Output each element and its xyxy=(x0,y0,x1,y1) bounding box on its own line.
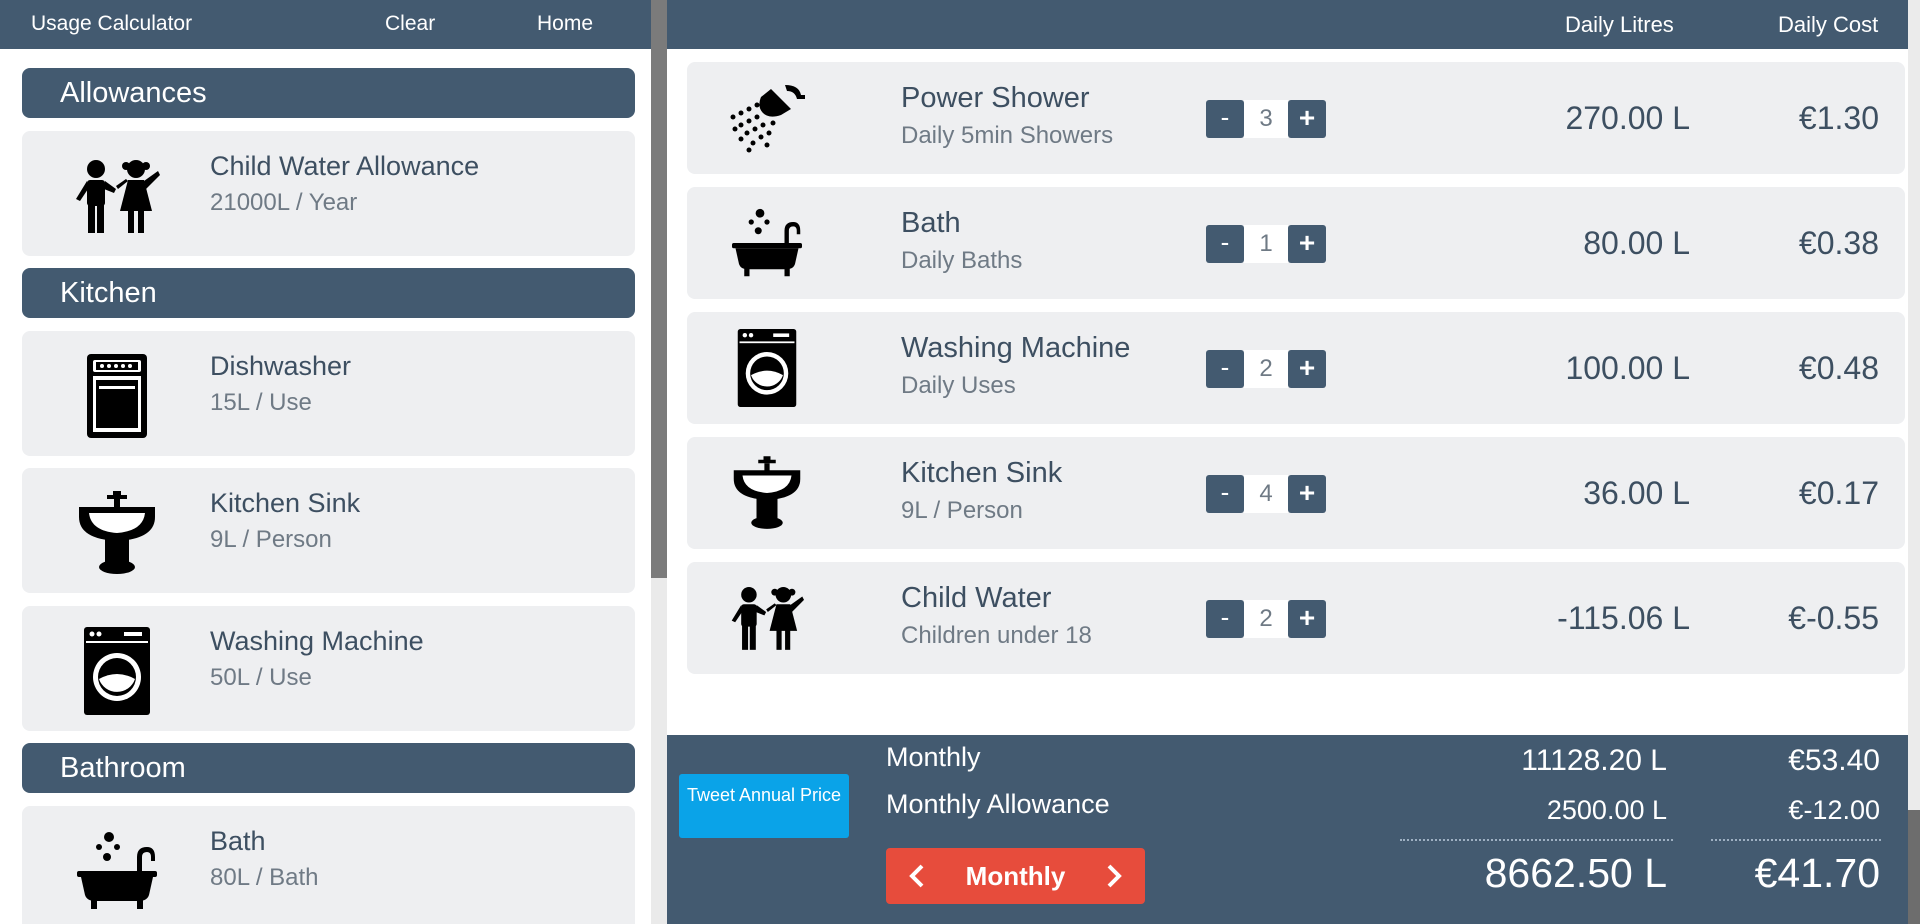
period-selector: Monthly xyxy=(886,848,1145,904)
cost-divider xyxy=(1711,839,1881,841)
monthly-litres-value: 11128.20 L xyxy=(1521,744,1667,777)
item-child-water-allowance[interactable]: Child Water Allowance 21000L / Year xyxy=(22,131,635,256)
tweet-annual-price-button[interactable]: Tweet Annual Price xyxy=(679,774,849,838)
nav-usage-calculator[interactable]: Usage Calculator xyxy=(31,12,192,36)
item-subtitle: 50L / Use xyxy=(210,664,312,691)
item-subtitle: 80L / Bath xyxy=(210,864,319,891)
quantity-value[interactable]: 2 xyxy=(1244,350,1288,388)
row-daily-litres: 80.00 L xyxy=(1583,225,1690,261)
row-daily-litres: 270.00 L xyxy=(1565,100,1690,136)
row-daily-cost: €0.38 xyxy=(1798,225,1879,261)
row-title: Bath xyxy=(901,207,961,239)
item-subtitle: 21000L / Year xyxy=(210,189,358,216)
increment-button[interactable]: + xyxy=(1288,600,1326,638)
total-cost-value: €41.70 xyxy=(1754,850,1880,896)
item-kitchen-sink[interactable]: Kitchen Sink 9L / Person xyxy=(22,468,635,593)
usage-row-bath: Bath Daily Baths - 1 + 80.00 L €0.38 xyxy=(687,187,1905,299)
sink-icon xyxy=(717,453,817,533)
row-daily-cost: €0.48 xyxy=(1798,350,1879,386)
quantity-stepper: - 3 + xyxy=(1206,100,1326,138)
bath-icon xyxy=(52,826,182,916)
row-title: Kitchen Sink xyxy=(901,457,1063,489)
row-subtitle: Children under 18 xyxy=(901,622,1092,649)
right-scrollbar-thumb[interactable] xyxy=(1908,810,1920,924)
quantity-value[interactable]: 1 xyxy=(1244,225,1288,263)
quantity-value[interactable]: 2 xyxy=(1244,600,1288,638)
usage-row-washing-machine: Washing Machine Daily Uses - 2 + 100.00 … xyxy=(687,312,1905,424)
children-icon xyxy=(717,578,817,658)
increment-button[interactable]: + xyxy=(1288,100,1326,138)
usage-table-header: Daily Litres Daily Cost xyxy=(667,0,1920,49)
row-daily-litres: -115.06 L xyxy=(1557,600,1690,636)
row-daily-cost: €-0.55 xyxy=(1788,600,1879,636)
decrement-button[interactable]: - xyxy=(1206,225,1244,263)
item-subtitle: 9L / Person xyxy=(210,526,332,553)
daily-usage-panel: Daily Litres Daily Cost Power Shower Dai… xyxy=(667,0,1920,924)
litres-divider xyxy=(1400,839,1673,841)
monthly-allowance-label: Monthly Allowance xyxy=(886,789,1110,819)
row-subtitle: Daily 5min Showers xyxy=(901,122,1114,149)
row-title: Child Water xyxy=(901,582,1052,614)
item-dishwasher[interactable]: Dishwasher 15L / Use xyxy=(22,331,635,456)
top-nav-bar: Usage Calculator Clear Home xyxy=(0,0,651,49)
sink-icon xyxy=(52,488,182,578)
row-subtitle: Daily Baths xyxy=(901,247,1023,274)
column-header-daily-cost: Daily Cost xyxy=(1778,12,1879,37)
monthly-label: Monthly xyxy=(886,742,981,772)
section-header-kitchen: Kitchen xyxy=(22,268,635,318)
increment-button[interactable]: + xyxy=(1288,225,1326,263)
nav-clear[interactable]: Clear xyxy=(385,12,435,36)
washing-machine-icon xyxy=(52,626,182,716)
row-daily-cost: €1.30 xyxy=(1798,100,1879,136)
item-title: Washing Machine xyxy=(210,626,424,656)
chevron-right-icon[interactable] xyxy=(1097,848,1131,904)
row-daily-cost: €0.17 xyxy=(1798,475,1879,511)
item-subtitle: 15L / Use xyxy=(210,389,312,416)
washing-machine-icon xyxy=(717,328,817,408)
increment-button[interactable]: + xyxy=(1288,475,1326,513)
item-title: Bath xyxy=(210,826,266,856)
allowance-litres-value: 2500.00 L xyxy=(1546,795,1667,825)
usage-row-child-water: Child Water Children under 18 - 2 + -115… xyxy=(687,562,1905,674)
allowance-cost-value: €-12.00 xyxy=(1788,795,1880,825)
decrement-button[interactable]: - xyxy=(1206,100,1244,138)
monthly-cost-value: €53.40 xyxy=(1788,744,1880,777)
quantity-stepper: - 2 + xyxy=(1206,350,1326,388)
row-subtitle: Daily Uses xyxy=(901,372,1016,399)
row-daily-litres: 100.00 L xyxy=(1565,350,1690,386)
quantity-value[interactable]: 4 xyxy=(1244,475,1288,513)
shower-icon xyxy=(717,78,817,158)
decrement-button[interactable]: - xyxy=(1206,350,1244,388)
column-header-daily-litres: Daily Litres xyxy=(1565,12,1674,37)
row-title: Washing Machine xyxy=(901,332,1131,364)
item-washing-machine[interactable]: Washing Machine 50L / Use xyxy=(22,606,635,731)
nav-home[interactable]: Home xyxy=(537,12,593,36)
section-header-allowances: Allowances xyxy=(22,68,635,118)
children-icon xyxy=(52,151,182,241)
row-title: Power Shower xyxy=(901,82,1090,114)
quantity-stepper: - 4 + xyxy=(1206,475,1326,513)
item-title: Child Water Allowance xyxy=(210,151,480,181)
left-scrollbar-thumb[interactable] xyxy=(651,0,667,578)
quantity-value[interactable]: 3 xyxy=(1244,100,1288,138)
usage-row-power-shower: Power Shower Daily 5min Showers - 3 + 27… xyxy=(687,62,1905,174)
row-daily-litres: 36.00 L xyxy=(1583,475,1690,511)
totals-footer: Tweet Annual Price Monthly Monthly Allow… xyxy=(667,735,1920,924)
usage-calculator-panel: Usage Calculator Clear Home Allowances C… xyxy=(0,0,651,924)
section-header-bathroom: Bathroom xyxy=(22,743,635,793)
decrement-button[interactable]: - xyxy=(1206,600,1244,638)
dishwasher-icon xyxy=(52,351,182,441)
increment-button[interactable]: + xyxy=(1288,350,1326,388)
row-subtitle: 9L / Person xyxy=(901,497,1023,524)
usage-row-kitchen-sink: Kitchen Sink 9L / Person - 4 + 36.00 L €… xyxy=(687,437,1905,549)
item-bath[interactable]: Bath 80L / Bath xyxy=(22,806,635,924)
total-litres-value: 8662.50 L xyxy=(1484,850,1667,896)
right-scrollbar-track[interactable] xyxy=(1908,0,1920,924)
decrement-button[interactable]: - xyxy=(1206,475,1244,513)
item-title: Dishwasher xyxy=(210,351,352,381)
quantity-stepper: - 1 + xyxy=(1206,225,1326,263)
item-title: Kitchen Sink xyxy=(210,488,361,518)
bath-icon xyxy=(717,203,817,283)
quantity-stepper: - 2 + xyxy=(1206,600,1326,638)
